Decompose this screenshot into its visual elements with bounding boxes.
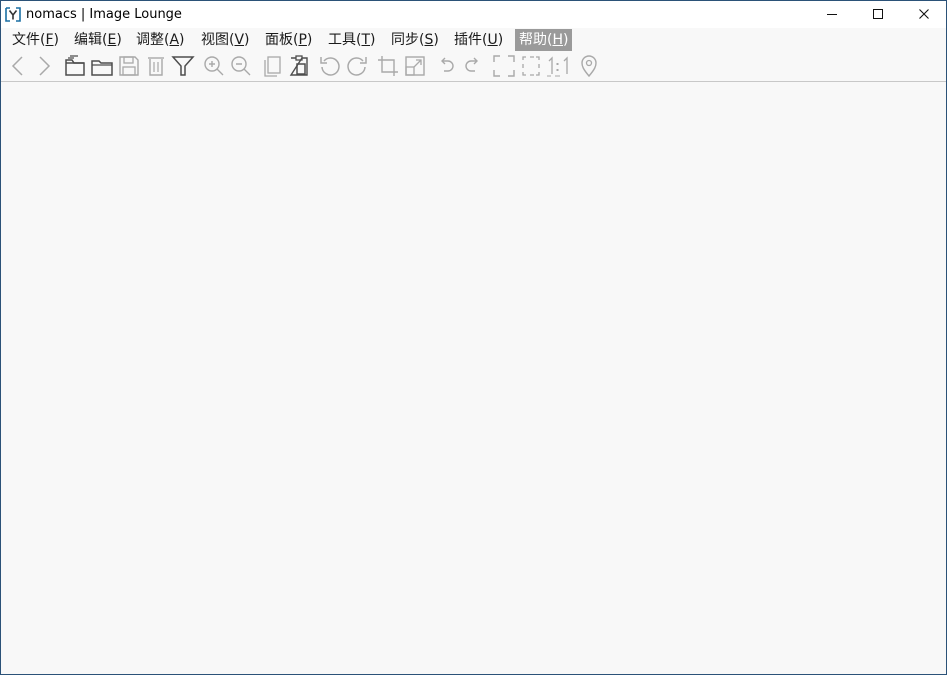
redo-button[interactable] [461,54,485,78]
menu-label: 编辑( [74,32,108,48]
paste-icon [289,55,308,76]
rotate-right-button[interactable] [345,54,369,78]
menu-label: 插件( [454,32,488,48]
resize-icon [405,56,425,76]
copy-icon [264,56,281,77]
menu-label-end: ) [563,32,569,48]
crop-icon [378,56,398,76]
menu-mnemonic: T [361,32,371,48]
window-title: nomacs | Image Lounge [26,7,182,22]
menu-mnemonic: V [234,32,245,48]
close-button[interactable] [901,1,946,28]
zoom-in-button[interactable] [202,54,226,78]
previous-icon [11,56,23,76]
delete-button[interactable] [144,54,168,78]
save-icon [119,56,139,76]
open-folder-button[interactable] [90,54,114,78]
menu-sync[interactable]: 同步(S) [387,29,443,51]
one-to-one-icon [547,56,568,77]
gps-marker-button[interactable] [577,54,601,78]
fit-frame-icon [522,56,540,76]
menu-mnemonic: P [298,32,307,48]
filter-icon [171,56,195,76]
menu-label: 帮助( [519,32,553,48]
fullscreen-icon [493,55,515,77]
menu-bar: 文件(F) 编辑(E) 调整(A) 视图(V) 面板(P) 工具(T) 同步(S… [1,28,946,52]
fit-frame-button[interactable] [519,54,543,78]
menu-label-end: ) [244,32,250,48]
minimize-button[interactable] [809,1,855,28]
zoom-in-icon [204,56,224,76]
menu-label-end: ) [497,32,504,48]
minimize-icon [827,14,837,15]
open-browse-icon [65,55,85,76]
menu-label: 视图( [201,32,235,48]
close-icon [919,9,929,19]
app-window: nomacs | Image Lounge 文件(F) 编辑(E) 调整(A) … [0,0,947,675]
menu-mnemonic: U [487,32,498,48]
menu-label-end: ) [53,32,59,48]
menu-label: 面板( [265,32,299,48]
filter-button[interactable] [171,54,195,78]
save-button[interactable] [117,54,141,78]
menu-label-end: ) [306,32,313,48]
menu-edit[interactable]: 编辑(E) [70,29,126,51]
menu-adjust[interactable]: 调整(A) [132,29,189,51]
undo-icon [441,57,454,72]
gps-marker-icon [581,55,597,78]
menu-view[interactable]: 视图(V) [197,29,254,51]
next-button[interactable] [32,54,56,78]
menu-mnemonic: E [107,32,117,48]
menu-label: 同步( [391,32,425,48]
undo-button[interactable] [434,54,458,78]
zoom-out-button[interactable] [229,54,253,78]
redo-icon [465,57,478,72]
title-bar[interactable]: nomacs | Image Lounge [1,1,946,28]
menu-mnemonic: A [169,32,180,48]
rotate-left-icon [320,57,340,76]
one-to-one-button[interactable] [546,54,570,78]
menu-label: 文件( [12,32,46,48]
rotate-right-icon [347,57,367,76]
fullscreen-button[interactable] [492,54,516,78]
maximize-button[interactable] [855,1,901,28]
rotate-left-button[interactable] [318,54,342,78]
maximize-icon [873,9,883,19]
zoom-out-icon [231,56,251,76]
menu-help[interactable]: 帮助(H) [515,29,573,51]
menu-label-end: ) [370,32,376,48]
next-icon [39,56,51,76]
menu-plugins[interactable]: 插件(U) [450,29,507,51]
nomacs-logo-icon [5,6,21,23]
open-folder-icon [91,60,113,76]
menu-label-end: ) [179,32,185,48]
delete-icon [148,57,164,76]
menu-tools[interactable]: 工具(T) [324,29,380,51]
menu-label: 调整( [136,32,170,48]
previous-button[interactable] [6,54,30,78]
image-canvas[interactable] [1,82,946,674]
menu-label-end: ) [116,32,122,48]
menu-panel[interactable]: 面板(P) [261,29,316,51]
menu-file[interactable]: 文件(F) [8,29,63,51]
crop-button[interactable] [376,54,400,78]
menu-mnemonic: F [45,32,54,48]
copy-button[interactable] [260,54,284,78]
paste-button[interactable] [287,54,311,78]
menu-label: 工具( [328,32,362,48]
resize-button[interactable] [403,54,427,78]
menu-mnemonic: H [552,32,563,48]
menu-label-end: ) [433,32,439,48]
open-browse-button[interactable] [63,54,87,78]
